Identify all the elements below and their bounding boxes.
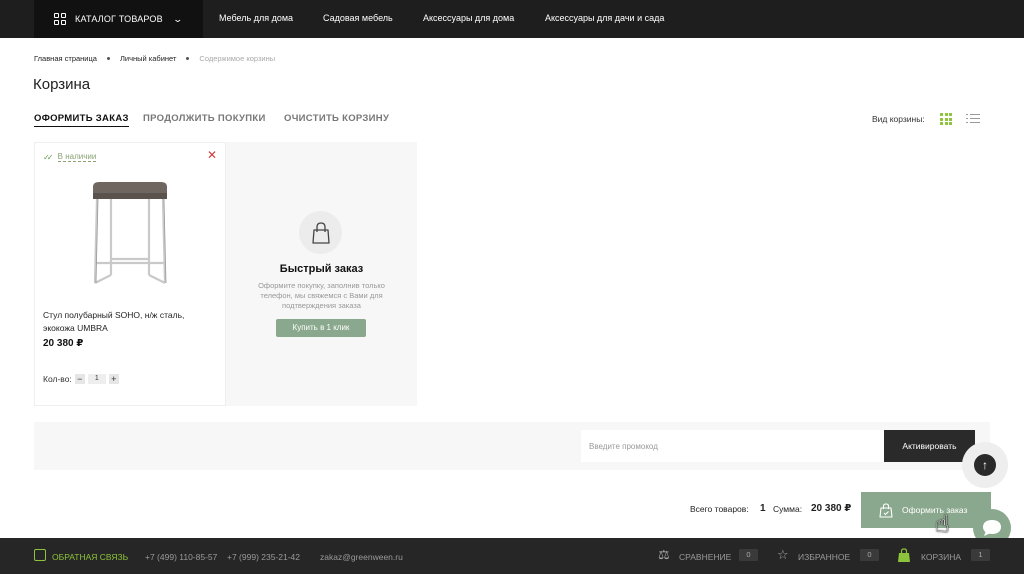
quantity-stepper: Кол-во: − 1 + [43,374,119,384]
phone-link-1[interactable]: +7 (499) 110-85-57 [145,552,217,562]
breadcrumb-current: Содержимое корзины [199,54,276,63]
scales-icon[interactable]: ⚖ [658,548,670,562]
top-navigation: КАТАЛОГ ТОВАРОВ ⌄ Мебель для дома Садова… [0,0,1024,38]
favorites-count-badge: 0 [860,549,879,561]
product-card: ✓✓ В наличии ✕ Стул полубарный SOHO, н/ж… [34,142,226,406]
checkout-button[interactable]: Оформить заказ [861,492,991,528]
breadcrumb-separator [106,57,110,60]
continue-shopping-link[interactable]: ПРОДОЛЖИТЬ ПОКУПКИ [143,113,266,124]
double-check-icon: ✓✓ [43,152,54,162]
nav-link-home-furniture[interactable]: Мебель для дома [219,13,293,23]
clear-cart-link[interactable]: ОЧИСТИТЬ КОРЗИНУ [284,113,389,124]
grid-icon [54,13,66,25]
cart-link[interactable]: КОРЗИНА [921,552,961,562]
catalog-label: КАТАЛОГ ТОВАРОВ [75,14,163,24]
buy-one-click-button[interactable]: Купить в 1 клик [276,319,366,337]
page-title: Корзина [33,76,91,93]
product-price: 20 380 ₽ [43,338,84,349]
quick-order-panel: Быстрый заказ Оформите покупку, заполнив… [226,142,417,406]
feedback-link[interactable]: ОБРАТНАЯ СВЯЗЬ [52,552,128,562]
stock-status: ✓✓ В наличии [43,152,97,162]
breadcrumb-separator [186,57,190,60]
quick-order-description: Оформите покупку, заполнив только телефо… [258,281,385,310]
star-icon[interactable]: ☆ [777,548,789,562]
quick-order-title: Быстрый заказ [279,263,364,275]
breadcrumb-account[interactable]: Личный кабинет [120,54,176,63]
compare-count-badge: 0 [739,549,758,561]
view-mode-label: Вид корзины: [872,114,925,124]
nav-link-garden-accessories[interactable]: Аксессуары для дачи и сада [545,13,664,23]
total-items-count: 1 [760,503,766,514]
arrow-up-icon[interactable]: ↑ [974,454,996,476]
email-link[interactable]: zakaz@greenween.ru [320,552,403,562]
nav-link-garden-furniture[interactable]: Садовая мебель [323,13,393,23]
activate-promo-button[interactable]: Активировать [884,430,975,462]
cart-bag-icon[interactable] [897,548,911,563]
total-sum-label: Сумма: [773,504,803,514]
total-items-label: Всего товаров: [690,504,749,514]
checkout-link[interactable]: ОФОРМИТЬ ЗАКАЗ [34,113,129,127]
footer-bar: ОБРАТНАЯ СВЯЗЬ +7 (499) 110-85-57 +7 (99… [0,538,1024,574]
breadcrumb: Главная страница Личный кабинет Содержим… [34,54,275,63]
catalog-menu-button[interactable]: КАТАЛОГ ТОВАРОВ ⌄ [34,0,203,38]
breadcrumb-home[interactable]: Главная страница [34,54,97,63]
shopping-bag-icon [299,211,342,254]
compare-link[interactable]: СРАВНЕНИЕ [679,552,731,562]
chevron-down-icon: ⌄ [172,13,184,24]
quantity-label: Кол-во: [43,374,72,384]
chat-bubble-icon [983,520,1001,536]
quantity-increase-button[interactable]: + [108,374,119,384]
remove-item-icon[interactable]: ✕ [207,149,217,161]
favorites-link[interactable]: ИЗБРАННОЕ [798,552,850,562]
promo-code-input[interactable] [581,430,885,462]
quantity-value[interactable]: 1 [87,374,106,384]
total-sum: 20 380 ₽ [811,503,852,514]
list-view-icon[interactable] [966,113,980,125]
product-image[interactable] [87,179,173,291]
phone-link-2[interactable]: +7 (999) 235-21-42 [227,552,300,562]
product-name[interactable]: Стул полубарный SOHO, н/ж сталь, экокожа… [43,309,213,335]
quantity-decrease-button[interactable]: − [74,374,85,384]
hand-cursor-icon: ☝ [935,511,950,538]
nav-link-home-accessories[interactable]: Аксессуары для дома [423,13,514,23]
cart-count-badge: 1 [971,549,990,561]
grid-view-icon[interactable] [940,113,952,125]
bag-check-icon [879,502,893,518]
phone-icon [34,549,46,561]
